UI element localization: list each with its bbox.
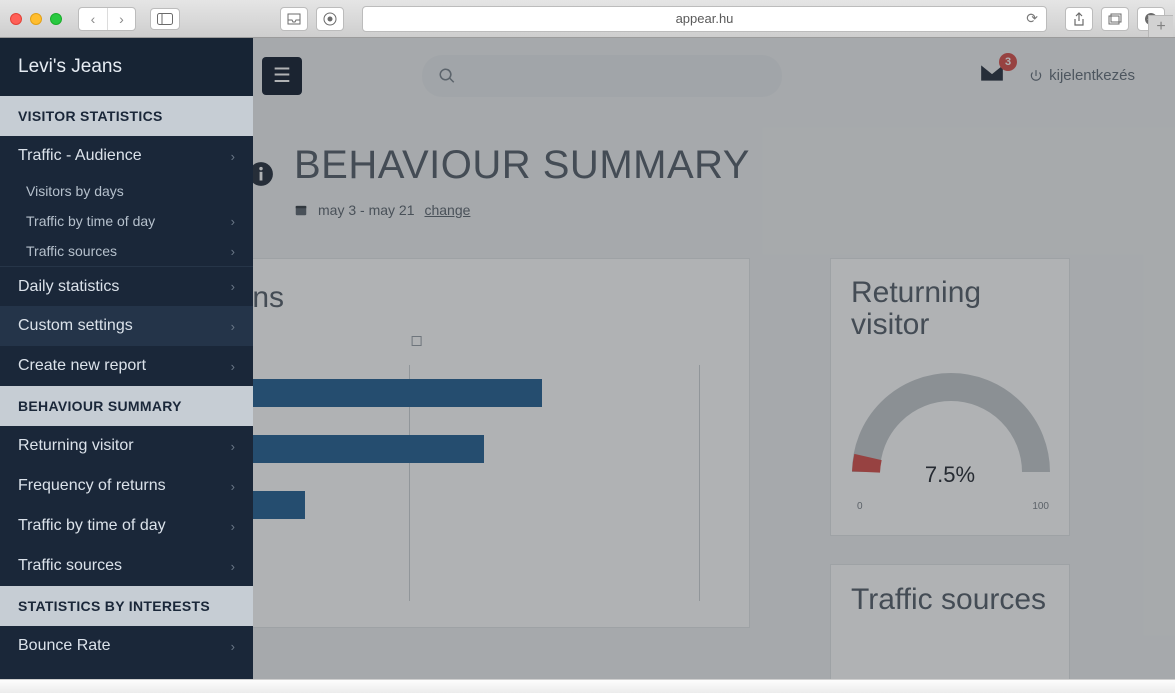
chevron-right-icon: › <box>231 359 235 374</box>
sidebar-item[interactable]: Returning visitor › <box>0 426 253 466</box>
search-input[interactable] <box>422 55 782 97</box>
sidebar-item-label: Bounce Rate <box>18 637 111 655</box>
sidebar-item[interactable]: Traffic sources › <box>0 236 253 266</box>
sidebar-item[interactable]: Traffic by time of day › <box>0 506 253 546</box>
sidebar-item[interactable]: Frequency of returns › <box>0 466 253 506</box>
chevron-right-icon: › <box>231 479 235 494</box>
browser-status-bar <box>0 679 1175 693</box>
chevron-right-icon: › <box>231 519 235 534</box>
gauge-min-label: 0 <box>857 501 863 512</box>
tabs-icon[interactable] <box>1101 7 1129 31</box>
sidebar-item-label: Custom settings <box>18 317 133 335</box>
hamburger-icon: ☰ <box>273 63 291 88</box>
brand-title[interactable]: Levi's Jeans <box>0 38 253 96</box>
sidebar-item-label: Traffic - Audience <box>18 147 142 165</box>
toolbar-mid <box>280 7 344 31</box>
close-window-button[interactable] <box>10 13 22 25</box>
date-range-text: may 3 - may 21 <box>318 202 414 218</box>
sidebar-item-label: Traffic by time of day <box>18 517 166 535</box>
url-text: appear.hu <box>676 11 734 26</box>
gauge-value: 7.5% <box>925 462 975 488</box>
chart-gridline <box>699 365 700 601</box>
new-tab-button[interactable]: + <box>1148 15 1173 37</box>
back-button[interactable]: ‹ <box>79 8 107 30</box>
sidebar-item[interactable]: Bounce Rate › <box>0 626 253 666</box>
page-title: BEHAVIOUR SUMMARY <box>294 143 750 188</box>
sidebar-item-label: Daily statistics <box>18 278 119 296</box>
chevron-right-icon: › <box>231 559 235 574</box>
gauge-max-label: 100 <box>1032 501 1049 512</box>
returning-visitor-panel: Returning visitor 7.5% 0 100 <box>830 258 1070 536</box>
menu-toggle-button[interactable]: ☰ <box>262 57 302 95</box>
calendar-icon <box>294 203 308 217</box>
chevron-right-icon: › <box>231 244 235 259</box>
sidebar-section-header: BEHAVIOUR SUMMARY <box>0 386 253 426</box>
sidebar-item[interactable]: Create new report › <box>0 346 253 386</box>
date-range-row: may 3 - may 21 change <box>294 202 750 218</box>
forward-button[interactable]: › <box>107 8 135 30</box>
sidebar-item[interactable]: Custom settings › <box>0 306 253 346</box>
change-date-link[interactable]: change <box>424 202 470 218</box>
logout-label: kijelentkezés <box>1049 67 1135 84</box>
sidebar-section-header: VISITOR STATISTICS <box>0 96 253 136</box>
search-icon <box>438 67 456 85</box>
sidebar-section-header: STATISTICS BY INTERESTS <box>0 586 253 626</box>
chart-legend <box>412 335 429 346</box>
sidebar-item-label: Visitors by days <box>26 183 124 199</box>
maximize-window-button[interactable] <box>50 13 62 25</box>
legend-swatch <box>412 336 422 346</box>
traffic-sources-panel: Traffic sources <box>830 564 1070 679</box>
chevron-right-icon: › <box>231 639 235 654</box>
logout-link[interactable]: kijelentkezés <box>1029 67 1135 84</box>
return-panel-title: Returning visitor <box>851 277 1049 340</box>
sidebar-item[interactable]: Daily statistics › <box>0 266 253 306</box>
chevron-right-icon: › <box>231 214 235 229</box>
sources-panel-title: Traffic sources <box>851 583 1049 617</box>
sidebar: Levi's Jeans VISITOR STATISTICSTraffic -… <box>0 38 253 679</box>
sidebar-item[interactable]: Traffic sources › <box>0 546 253 586</box>
app-viewport: ☰ 3 kijelentkezés BEHAVIOUR SUMMARY <box>0 38 1175 679</box>
sidebar-item[interactable]: Traffic by time of day › <box>0 206 253 236</box>
returning-visitor-gauge: 7.5% 0 100 <box>851 362 1049 512</box>
chevron-right-icon: › <box>231 279 235 294</box>
browser-chrome: ‹ › appear.hu ⟳ + <box>0 0 1175 38</box>
notifications-button[interactable]: 3 <box>979 63 1005 88</box>
chevron-right-icon: › <box>231 149 235 164</box>
chevron-right-icon: › <box>231 439 235 454</box>
privacy-icon[interactable] <box>316 7 344 31</box>
sidebar-item-label: Create new report <box>18 357 146 375</box>
safari-sidebar-button[interactable] <box>150 8 180 30</box>
sidebar-item-label: Traffic by time of day <box>26 213 155 229</box>
sidebar-item-label: Returning visitor <box>18 437 134 455</box>
power-icon <box>1029 69 1043 83</box>
window-controls <box>10 13 62 25</box>
url-bar[interactable]: appear.hu ⟳ <box>362 6 1047 32</box>
reload-icon[interactable]: ⟳ <box>1026 10 1038 27</box>
sidebar-item[interactable]: Traffic - Audience › <box>0 136 253 176</box>
sidebar-item-label: Frequency of returns <box>18 477 166 495</box>
sidebar-item[interactable]: Visitors by days <box>0 176 253 206</box>
chevron-right-icon: › <box>231 319 235 334</box>
notification-badge: 3 <box>999 53 1017 71</box>
share-icon[interactable] <box>1065 7 1093 31</box>
sidebar-item-label: Traffic sources <box>18 557 122 575</box>
nav-buttons: ‹ › <box>78 7 136 31</box>
sidebar-item-label: Traffic sources <box>26 243 117 259</box>
minimize-window-button[interactable] <box>30 13 42 25</box>
inbox-icon[interactable] <box>280 7 308 31</box>
